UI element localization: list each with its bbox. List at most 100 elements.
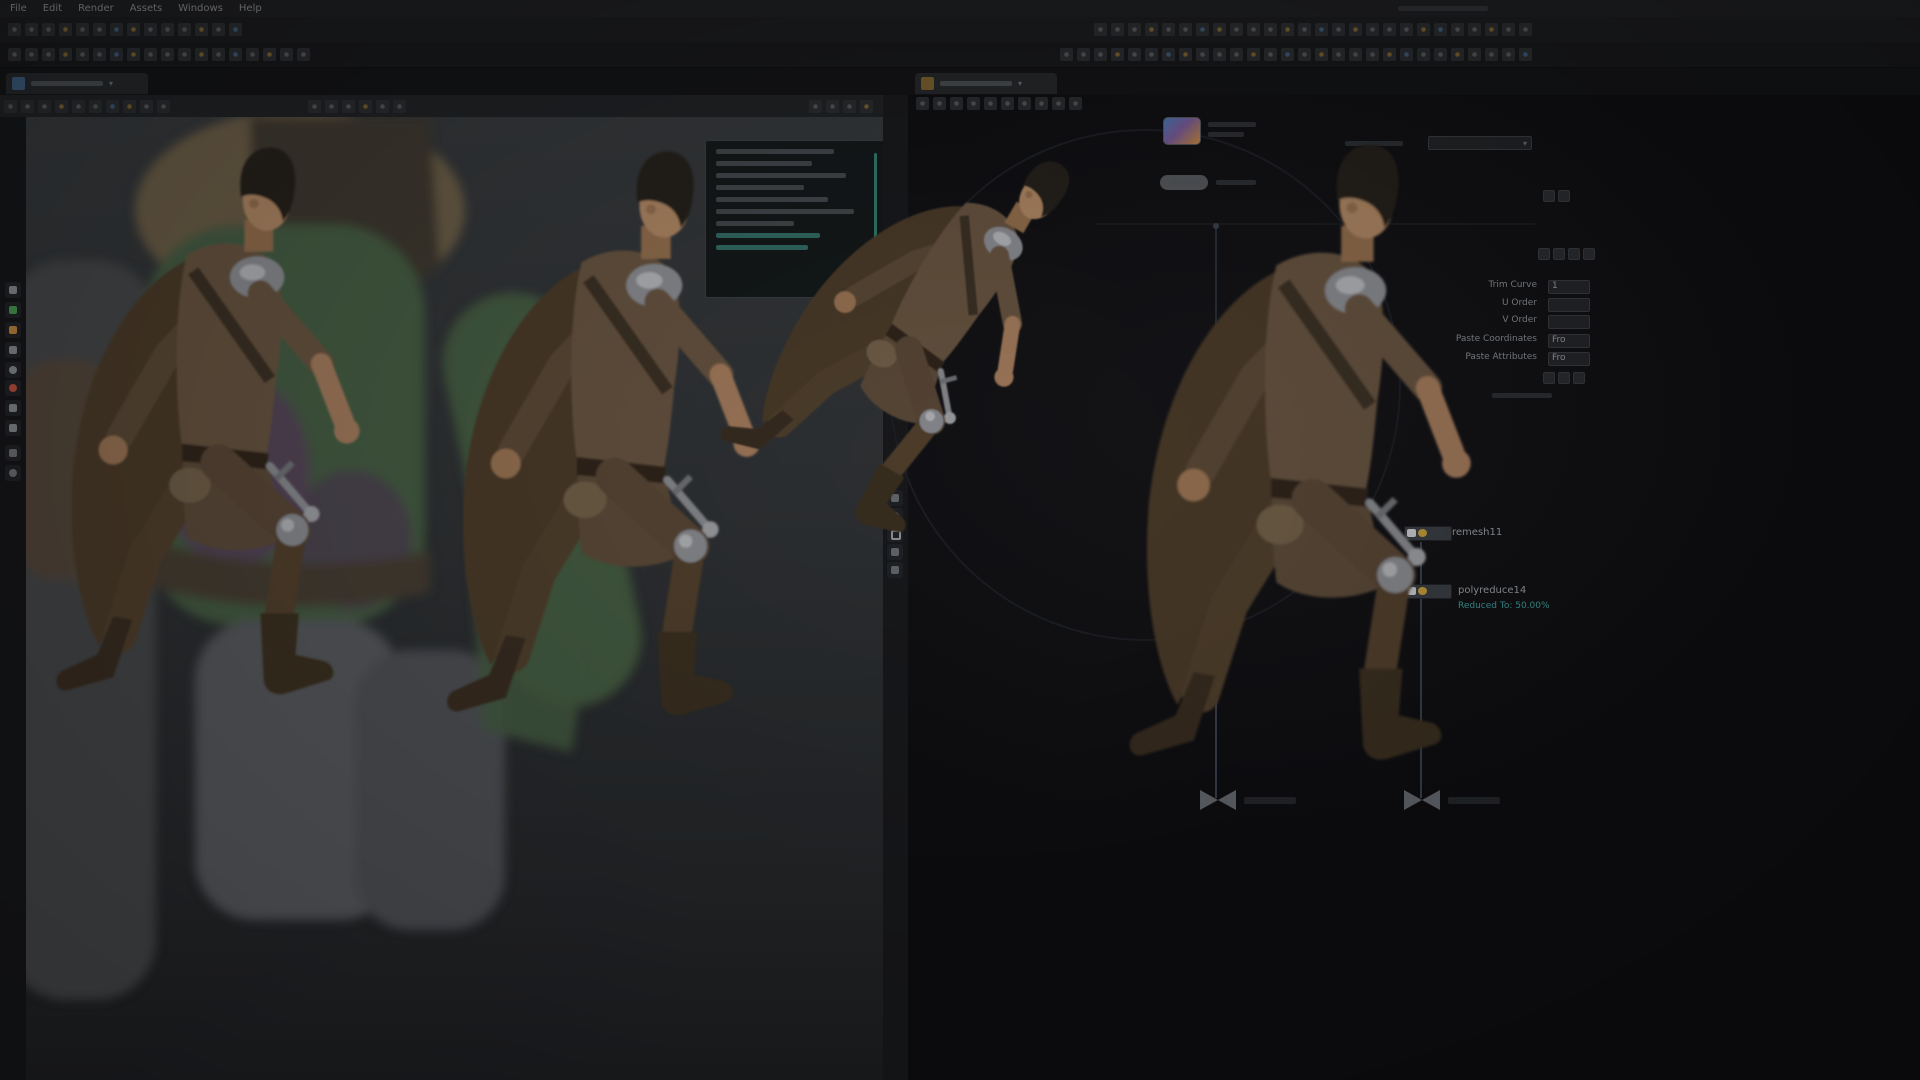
remesh11-node[interactable]	[1404, 526, 1452, 541]
viewport-tool-icon[interactable]	[72, 100, 85, 113]
shelf-icon[interactable]	[161, 48, 174, 61]
shelf-icon[interactable]	[110, 23, 123, 36]
shelf-icon[interactable]	[1247, 23, 1260, 36]
shelf-icon[interactable]	[212, 23, 225, 36]
shelf-icon[interactable]	[229, 23, 242, 36]
shelf-icon[interactable]	[297, 48, 310, 61]
remesh-node[interactable]	[1196, 526, 1244, 541]
viewport-tool-icon[interactable]	[55, 100, 68, 113]
shelf-icon[interactable]	[8, 48, 21, 61]
shelf-icon[interactable]	[1332, 23, 1345, 36]
viewport-tool-icon[interactable]	[843, 100, 856, 113]
current-node-icon[interactable]	[1163, 117, 1201, 145]
viewport-tool-icon[interactable]	[89, 100, 102, 113]
polyreduce14-node[interactable]	[1404, 584, 1452, 599]
viewport-tool-icon[interactable]	[826, 100, 839, 113]
shelf-icon[interactable]	[1502, 48, 1515, 61]
shelf-icon[interactable]	[42, 23, 55, 36]
param-icon[interactable]	[1543, 372, 1555, 384]
handles-tool-icon[interactable]	[5, 322, 21, 338]
node-display-badge[interactable]	[1407, 587, 1416, 595]
view-tool-icon[interactable]	[5, 362, 21, 378]
shelf-icon[interactable]	[1162, 48, 1175, 61]
shelf-icon[interactable]	[1417, 48, 1430, 61]
param-value-paste-attributes[interactable]: Fro	[1548, 352, 1590, 366]
chevron-down-icon[interactable]: ▾	[1018, 79, 1022, 88]
shelf-icon[interactable]	[144, 48, 157, 61]
shelf-icon[interactable]	[1451, 23, 1464, 36]
shelf-icon[interactable]	[1434, 23, 1447, 36]
shelf-icon[interactable]	[1094, 48, 1107, 61]
shelf-icon[interactable]	[195, 23, 208, 36]
menu-file[interactable]: File	[10, 3, 27, 14]
shelf-icon[interactable]	[1349, 23, 1362, 36]
shelf-icon[interactable]	[1145, 48, 1158, 61]
shelf-icon[interactable]	[42, 48, 55, 61]
menu-render[interactable]: Render	[78, 3, 114, 14]
shelf-icon[interactable]	[1298, 48, 1311, 61]
shelf-icon[interactable]	[1400, 48, 1413, 61]
shelf-icon[interactable]	[144, 23, 157, 36]
viewport-tool-icon[interactable]	[21, 100, 34, 113]
shelf-icon[interactable]	[1111, 23, 1124, 36]
shelf-icon[interactable]	[110, 48, 123, 61]
shelf-icon[interactable]	[127, 48, 140, 61]
shelf-icon[interactable]	[1349, 48, 1362, 61]
shelf-icon[interactable]	[1128, 23, 1141, 36]
shelf-icon[interactable]	[1468, 23, 1481, 36]
shelf-icon[interactable]	[1485, 48, 1498, 61]
shelf-icon[interactable]	[1383, 23, 1396, 36]
shelf-icon[interactable]	[280, 48, 293, 61]
shelf-icon[interactable]	[195, 48, 208, 61]
display-options-hud[interactable]	[705, 140, 883, 298]
shelf-icon[interactable]	[1281, 48, 1294, 61]
shelf-icon[interactable]	[246, 48, 259, 61]
shelf-icon[interactable]	[1162, 23, 1175, 36]
pane-tab-scene-view[interactable]: ▾	[6, 73, 148, 94]
shelf-icon[interactable]	[76, 23, 89, 36]
character-tool-icon[interactable]	[5, 465, 21, 481]
viewport-tool-icon[interactable]	[393, 100, 406, 113]
shelf-icon[interactable]	[1213, 48, 1226, 61]
viewport-tool-icon[interactable]	[157, 100, 170, 113]
node-path-pill[interactable]	[1160, 175, 1208, 190]
shelf-icon[interactable]	[1332, 48, 1345, 61]
param-value-v-order[interactable]	[1548, 315, 1590, 329]
menu-help[interactable]: Help	[239, 3, 262, 14]
viewport-tool-icon[interactable]	[38, 100, 51, 113]
param-icon[interactable]	[1573, 372, 1585, 384]
grid-tool-icon[interactable]	[5, 445, 21, 461]
shelf-icon[interactable]	[178, 23, 191, 36]
param-icon[interactable]	[1553, 248, 1565, 260]
shelf-icon[interactable]	[127, 23, 140, 36]
shelf-icon[interactable]	[1315, 48, 1328, 61]
shelf-icon[interactable]	[1060, 48, 1073, 61]
shelf-icon[interactable]	[1519, 23, 1532, 36]
shelf-icon[interactable]	[1196, 48, 1209, 61]
viewport-tool-icon[interactable]	[860, 100, 873, 113]
param-value-trim-curve[interactable]: 1	[1548, 280, 1590, 294]
viewport-tool-icon[interactable]	[106, 100, 119, 113]
shelf-icon[interactable]	[178, 48, 191, 61]
node-display-badge[interactable]	[1407, 529, 1416, 537]
magnet-tool-icon[interactable]	[5, 420, 21, 436]
shelf-icon[interactable]	[1485, 23, 1498, 36]
key-tool-icon[interactable]	[5, 400, 21, 416]
node-bypass-badge[interactable]	[1210, 529, 1219, 537]
shelf-icon[interactable]	[1145, 23, 1158, 36]
shelf-icon[interactable]	[1077, 48, 1090, 61]
select-tool-icon[interactable]	[5, 282, 21, 298]
shelf-icon[interactable]	[212, 48, 225, 61]
move-tool-icon[interactable]	[5, 302, 21, 318]
viewport-tool-icon[interactable]	[4, 100, 17, 113]
shelf-icon[interactable]	[25, 48, 38, 61]
param-icon[interactable]	[1538, 248, 1550, 260]
shelf-icon[interactable]	[1434, 48, 1447, 61]
shelf-icon[interactable]	[1128, 48, 1141, 61]
viewport-tool-icon[interactable]	[325, 100, 338, 113]
shelf-icon[interactable]	[1196, 23, 1209, 36]
param-value-paste-coordinates[interactable]: Fro	[1548, 334, 1590, 348]
param-icon[interactable]	[1558, 372, 1570, 384]
shelf-icon[interactable]	[25, 23, 38, 36]
shelf-icon[interactable]	[1298, 23, 1311, 36]
